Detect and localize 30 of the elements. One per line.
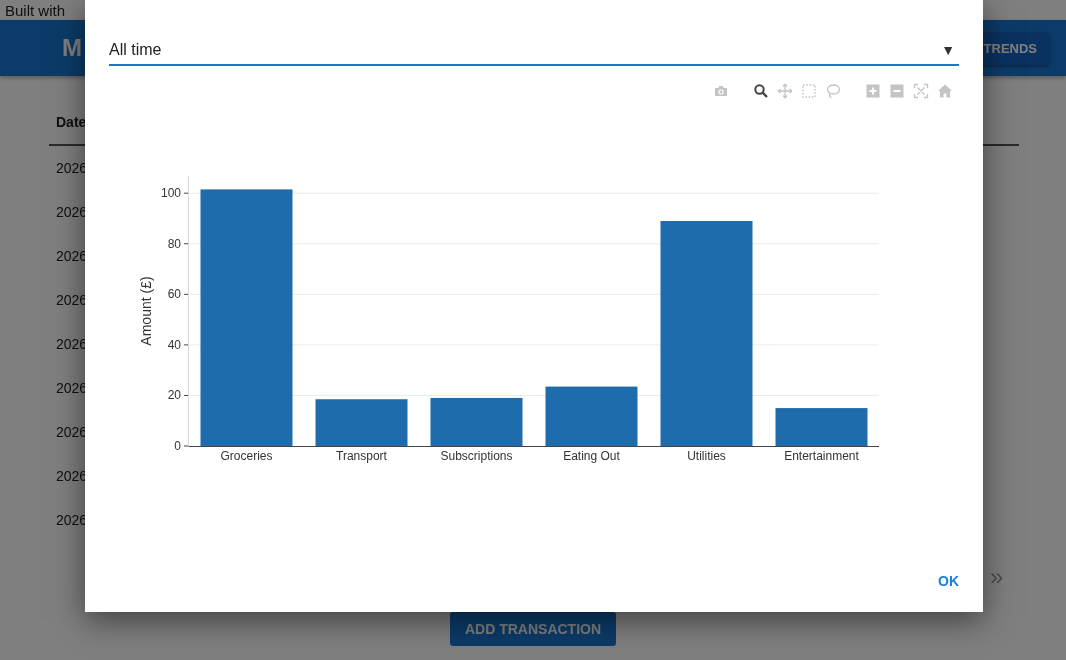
- zoom-out-icon[interactable]: [889, 83, 905, 99]
- box-select-icon[interactable]: [801, 83, 817, 99]
- y-tick-label: 0: [174, 439, 181, 453]
- y-tick-label: 60: [167, 287, 181, 302]
- zoom-in-icon[interactable]: [865, 83, 881, 99]
- pan-icon[interactable]: [777, 83, 793, 99]
- select-value: All time: [109, 40, 162, 59]
- period-select[interactable]: All time ▼: [109, 35, 959, 66]
- add-transaction-button[interactable]: ADD TRANSACTION: [449, 612, 617, 646]
- x-tick-label: Entertainment: [784, 449, 859, 463]
- x-tick-label: Subscriptions: [440, 449, 513, 463]
- camera-icon[interactable]: [713, 83, 729, 99]
- x-tick-label: Utilities: [687, 449, 726, 463]
- ok-button[interactable]: OK: [938, 567, 959, 595]
- home-icon[interactable]: [937, 83, 953, 99]
- dropdown-caret: ▼: [941, 41, 955, 58]
- zoom-icon[interactable]: [753, 83, 769, 99]
- banner-text: Built with: [4, 0, 67, 20]
- y-tick-label: 100: [160, 186, 181, 201]
- x-tick-label: Groceries: [220, 449, 273, 463]
- next-page-button[interactable]: »: [990, 563, 1004, 591]
- y-tick-label: 20: [167, 388, 181, 403]
- y-tick-label: 80: [167, 236, 181, 251]
- y-axis-title: Amount (£): [138, 276, 154, 346]
- x-tick-label: Eating Out: [563, 449, 620, 463]
- autoscale-icon[interactable]: [913, 83, 929, 99]
- app-title: M: [62, 34, 82, 62]
- y-tick-label: 40: [167, 337, 181, 352]
- x-tick-label: Transport: [336, 449, 387, 463]
- lasso-icon[interactable]: [825, 83, 841, 99]
